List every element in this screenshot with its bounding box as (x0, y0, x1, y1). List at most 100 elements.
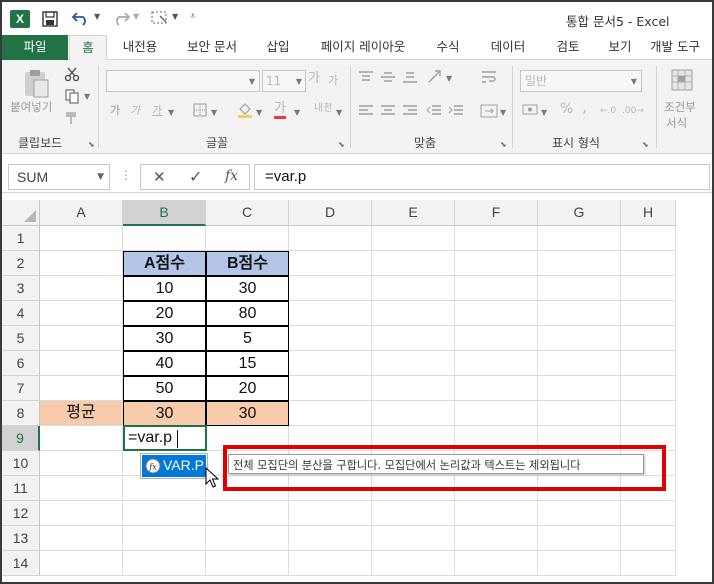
orientation-icon[interactable] (426, 68, 444, 86)
cell[interactable] (372, 351, 455, 376)
table-cell[interactable]: 20 (206, 376, 289, 401)
column-header-d[interactable]: D (289, 200, 372, 226)
row-header-14[interactable]: 14 (2, 551, 40, 576)
tab-security-document[interactable]: 보안 문서 (176, 35, 248, 60)
cell[interactable] (455, 276, 538, 301)
decrease-indent-icon[interactable] (426, 104, 442, 118)
cell[interactable] (289, 276, 372, 301)
wrap-text-icon[interactable] (480, 68, 498, 86)
cancel-icon[interactable]: ✕ (153, 168, 166, 186)
cell[interactable] (206, 226, 289, 251)
redo-dropdown-icon[interactable]: ▼ (133, 12, 139, 21)
row-header-4[interactable]: 4 (2, 301, 40, 326)
select-objects-icon[interactable] (150, 10, 170, 26)
borders-icon[interactable] (192, 102, 208, 118)
cell[interactable] (538, 351, 621, 376)
cell[interactable] (40, 526, 123, 551)
conditional-formatting-label[interactable]: 조건부 (664, 100, 696, 114)
alignment-launcher-icon[interactable]: ⬊ (500, 138, 507, 152)
table-header-cell[interactable]: A점수 (123, 251, 206, 276)
cell[interactable] (372, 376, 455, 401)
formula-input[interactable]: =var.p (254, 164, 710, 190)
tab-formulas[interactable]: 수식 (426, 35, 470, 60)
enter-icon[interactable]: ✓ (189, 167, 202, 186)
decrease-decimal-icon[interactable]: .00→ (622, 104, 644, 118)
cell[interactable] (372, 526, 455, 551)
average-value-cell[interactable]: 30 (206, 401, 289, 426)
increase-decimal-icon[interactable]: ←.0 (600, 104, 616, 118)
table-cell[interactable]: 80 (206, 301, 289, 326)
cell[interactable] (538, 551, 621, 576)
cell[interactable] (538, 501, 621, 526)
row-header-7[interactable]: 7 (2, 376, 40, 401)
cell[interactable] (621, 376, 676, 401)
row-header-5[interactable]: 5 (2, 326, 40, 351)
cell[interactable] (372, 276, 455, 301)
table-cell[interactable]: 30 (206, 276, 289, 301)
cell[interactable] (289, 326, 372, 351)
cell[interactable] (538, 326, 621, 351)
cell[interactable] (621, 276, 676, 301)
increase-indent-icon[interactable] (448, 104, 464, 118)
active-cell-b9[interactable]: =var.p (123, 425, 207, 451)
cell[interactable] (123, 501, 206, 526)
tab-page-layout[interactable]: 페이지 레이아웃 (308, 35, 418, 60)
font-name-dropdown-icon[interactable]: ▼ (249, 75, 255, 89)
cell[interactable] (40, 501, 123, 526)
cell[interactable] (289, 526, 372, 551)
row-header-3[interactable]: 3 (2, 276, 40, 301)
tab-file[interactable]: 파일 (2, 35, 68, 60)
cell[interactable] (40, 551, 123, 576)
cell[interactable] (621, 526, 676, 551)
cell[interactable] (40, 251, 123, 276)
cell[interactable] (621, 226, 676, 251)
cell[interactable] (372, 501, 455, 526)
cell[interactable] (621, 301, 676, 326)
copy-dropdown-icon[interactable]: ▼ (84, 90, 90, 104)
italic-button[interactable]: 가 (130, 104, 140, 118)
cell[interactable] (455, 251, 538, 276)
column-header-b[interactable]: B (123, 200, 206, 226)
paste-icon[interactable] (20, 68, 52, 100)
table-header-cell[interactable]: B점수 (206, 251, 289, 276)
cell[interactable] (206, 551, 289, 576)
phonetic-guide-icon[interactable]: 내천 (314, 102, 332, 116)
column-header-a[interactable]: A (40, 200, 123, 226)
select-dropdown-icon[interactable]: ▼ (172, 12, 178, 21)
cell[interactable] (40, 451, 123, 476)
name-box-dropdown-icon[interactable]: ▼ (97, 172, 104, 182)
column-header-g[interactable]: G (538, 200, 621, 226)
row-header-10[interactable]: 10 (2, 451, 40, 476)
accounting-dropdown-icon[interactable]: ▼ (541, 106, 547, 120)
cell[interactable] (455, 326, 538, 351)
formula-bar-grip-icon[interactable]: ⋮ (120, 168, 132, 182)
row-header-8[interactable]: 8 (2, 401, 40, 426)
table-cell[interactable]: 20 (123, 301, 206, 326)
name-box[interactable]: SUM ▼ (8, 164, 110, 190)
cell[interactable] (621, 326, 676, 351)
format-painter-icon[interactable] (64, 110, 80, 126)
cell[interactable] (538, 226, 621, 251)
column-header-e[interactable]: E (372, 200, 455, 226)
font-launcher-icon[interactable]: ⬊ (338, 138, 345, 152)
font-name-box[interactable]: ▼ (106, 70, 260, 92)
conditional-formatting-icon[interactable] (670, 68, 696, 94)
cell[interactable] (206, 501, 289, 526)
undo-dropdown-icon[interactable]: ▼ (94, 12, 100, 21)
tab-view[interactable]: 보기 (598, 35, 642, 60)
row-header-1[interactable]: 1 (2, 226, 40, 251)
merge-dropdown-icon[interactable]: ▼ (500, 106, 506, 120)
merge-center-icon[interactable] (480, 102, 498, 120)
tab-data[interactable]: 데이터 (480, 35, 536, 60)
table-cell[interactable]: 30 (123, 326, 206, 351)
cell[interactable] (123, 526, 206, 551)
cell[interactable] (621, 251, 676, 276)
decrease-font-icon[interactable]: 가 (328, 74, 338, 88)
cell[interactable] (538, 301, 621, 326)
bold-button[interactable]: 가 (110, 104, 120, 118)
align-right-icon[interactable] (402, 104, 418, 118)
percent-style-button[interactable]: % (560, 102, 573, 116)
align-left-icon[interactable] (358, 104, 374, 118)
cell[interactable] (289, 351, 372, 376)
table-cell[interactable]: 10 (123, 276, 206, 301)
